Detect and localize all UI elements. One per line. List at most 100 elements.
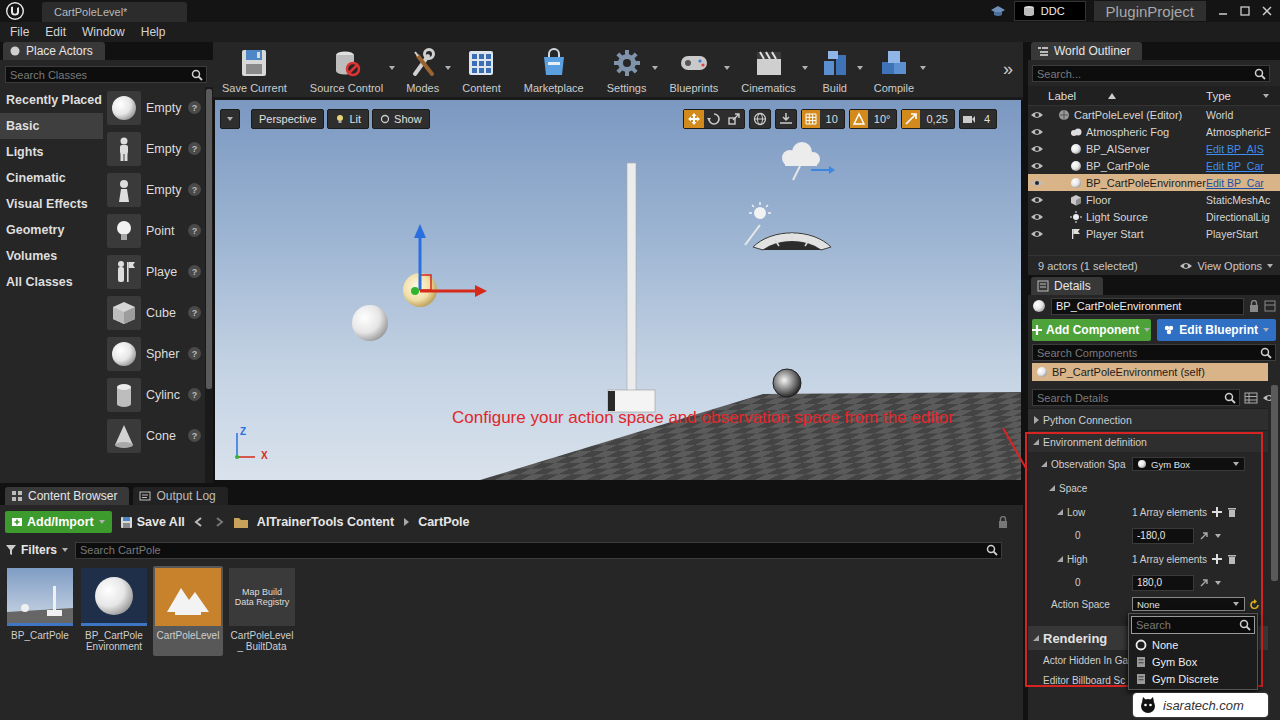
- viewport-button[interactable]: Lit: [327, 109, 369, 129]
- toolbar-button[interactable]: Compile: [869, 47, 927, 94]
- action-space-dropdown[interactable]: NoneGym BoxGym Discrete: [1128, 613, 1258, 690]
- element-menu-arrow[interactable]: [1214, 580, 1222, 586]
- dropdown-option[interactable]: None: [1131, 636, 1255, 653]
- save-all-button[interactable]: Save All: [120, 515, 185, 529]
- level-viewport[interactable]: ZXPerspectiveLitShow1010°0,254: [215, 100, 1021, 480]
- help-icon[interactable]: ?: [188, 183, 201, 196]
- panel-tab[interactable]: Output Log: [133, 487, 227, 505]
- viewport-button[interactable]: Perspective: [251, 109, 324, 129]
- level-tab[interactable]: CartPoleLevel*: [42, 2, 187, 22]
- rotate-tool-icon[interactable]: [704, 110, 724, 128]
- visibility-eye-icon[interactable]: [1028, 161, 1046, 171]
- breadcrumb-item[interactable]: AITrainerTools Content: [257, 515, 394, 529]
- dropdown-arrow[interactable]: [919, 65, 927, 71]
- menu-item[interactable]: Window: [74, 25, 133, 39]
- type-column[interactable]: Type: [1206, 90, 1231, 102]
- dropdown-arrow[interactable]: [388, 65, 396, 71]
- snap-setting[interactable]: 0,25: [901, 109, 954, 129]
- toolbar-button[interactable]: Marketplace: [519, 47, 597, 94]
- help-icon[interactable]: ?: [188, 142, 201, 155]
- actor-item[interactable]: Empty?: [103, 128, 205, 169]
- dropdown-search-field[interactable]: [1136, 619, 1239, 631]
- outliner-row[interactable]: BP_CartPoleEnvironmerEdit BP_Car: [1028, 174, 1280, 191]
- scale-tool-icon[interactable]: [724, 110, 744, 128]
- outliner-row[interactable]: BP_CartPoleEdit BP_Car: [1028, 157, 1280, 174]
- toolbar-button[interactable]: Content: [457, 47, 514, 94]
- asset-tile[interactable]: BP_CartPole Environment: [79, 566, 149, 656]
- number-field[interactable]: -180,0: [1132, 528, 1194, 544]
- outliner-row[interactable]: FloorStaticMeshAc: [1028, 191, 1280, 208]
- place-actors-tab[interactable]: Place Actors: [3, 42, 105, 60]
- scrollbar[interactable]: [205, 87, 213, 483]
- dropdown-option[interactable]: Gym Discrete: [1131, 670, 1255, 687]
- dropdown-arrow[interactable]: [723, 65, 731, 71]
- help-icon[interactable]: ?: [188, 388, 201, 401]
- toolbar-button[interactable]: Save Current: [217, 47, 300, 94]
- add-import-button[interactable]: Add/Import: [5, 511, 112, 533]
- details-tab[interactable]: Details: [1031, 277, 1103, 295]
- actor-item[interactable]: Empty?: [103, 87, 205, 128]
- actor-item[interactable]: Cone?: [103, 415, 205, 456]
- toolbar-button[interactable]: Settings: [602, 47, 660, 94]
- filters-button[interactable]: Filters: [5, 543, 69, 557]
- expand-arrow[interactable]: [1048, 484, 1056, 492]
- actor-item[interactable]: Point?: [103, 210, 205, 251]
- outliner-row[interactable]: BP_AIServerEdit BP_AIS: [1028, 140, 1280, 157]
- dropdown-option[interactable]: Gym Box: [1131, 653, 1255, 670]
- category-item[interactable]: Visual Effects: [0, 191, 103, 217]
- property-combo[interactable]: None: [1132, 597, 1245, 611]
- toolbar-button[interactable]: Modes: [401, 47, 452, 94]
- dropdown-arrow[interactable]: [801, 65, 809, 71]
- category-item[interactable]: Basic: [0, 113, 103, 139]
- visibility-eye-icon[interactable]: [1028, 195, 1046, 205]
- more-button[interactable]: »: [1003, 59, 1013, 80]
- panel-tab[interactable]: Content Browser: [5, 487, 129, 505]
- reset-to-default-icon[interactable]: [1250, 599, 1260, 609]
- outliner-row[interactable]: Light SourceDirectionalLig: [1028, 208, 1280, 225]
- help-icon[interactable]: ?: [188, 224, 201, 237]
- edit-blueprint-link[interactable]: Edit BP_Car: [1206, 160, 1280, 172]
- label-column[interactable]: Label: [1048, 90, 1076, 102]
- visibility-eye-icon[interactable]: [1028, 144, 1046, 154]
- toolbar-button[interactable]: Blueprints: [664, 47, 731, 94]
- category-item[interactable]: Lights: [0, 139, 103, 165]
- search-assets-field[interactable]: [80, 544, 986, 556]
- visibility-eye-icon[interactable]: [1028, 127, 1046, 137]
- category-item[interactable]: Geometry: [0, 217, 103, 243]
- help-icon[interactable]: ?: [188, 347, 201, 360]
- asset-tile[interactable]: CartPoleLevel: [153, 566, 223, 656]
- visibility-eye-icon[interactable]: [1028, 110, 1046, 120]
- outliner-row[interactable]: CartPoleLevel (Editor)World: [1028, 106, 1280, 123]
- viewport-button[interactable]: Show: [372, 109, 430, 129]
- menu-item[interactable]: File: [2, 25, 37, 39]
- actor-item[interactable]: Playe?: [103, 251, 205, 292]
- dropdown-arrow[interactable]: [651, 65, 659, 71]
- visibility-eye-icon[interactable]: [1028, 212, 1046, 222]
- surface-snap-button[interactable]: [775, 109, 797, 129]
- expand-arrow[interactable]: [1032, 634, 1040, 642]
- toolbar-button[interactable]: Source Control: [305, 47, 396, 94]
- dropdown-arrow[interactable]: [856, 65, 864, 71]
- outliner-row[interactable]: Atmospheric FogAtmosphericF: [1028, 123, 1280, 140]
- category-item[interactable]: Cinematic: [0, 165, 103, 191]
- view-options-button[interactable]: View Options: [1179, 260, 1274, 272]
- snap-setting[interactable]: 10: [801, 109, 845, 129]
- search-classes-field[interactable]: [10, 69, 191, 81]
- move-tool-icon[interactable]: [684, 110, 704, 128]
- help-icon[interactable]: ?: [188, 306, 201, 319]
- element-menu-arrow[interactable]: [1214, 533, 1222, 539]
- actor-item[interactable]: Spher?: [103, 333, 205, 374]
- details-scrollbar[interactable]: [1271, 385, 1278, 581]
- snap-setting[interactable]: 10°: [849, 109, 898, 129]
- actor-item[interactable]: Empty?: [103, 169, 205, 210]
- snap-setting[interactable]: 4: [959, 109, 997, 129]
- search-details-field[interactable]: [1037, 392, 1224, 404]
- help-icon[interactable]: ?: [188, 429, 201, 442]
- breadcrumb-item[interactable]: CartPole: [418, 515, 469, 529]
- category-item[interactable]: Recently Placed: [0, 87, 103, 113]
- toolbar-button[interactable]: Cinematics: [736, 47, 808, 94]
- actor-item[interactable]: Cube?: [103, 292, 205, 333]
- search-components-field[interactable]: [1037, 347, 1260, 359]
- number-field[interactable]: 180,0: [1132, 575, 1194, 591]
- expand-arrow[interactable]: [1032, 438, 1040, 446]
